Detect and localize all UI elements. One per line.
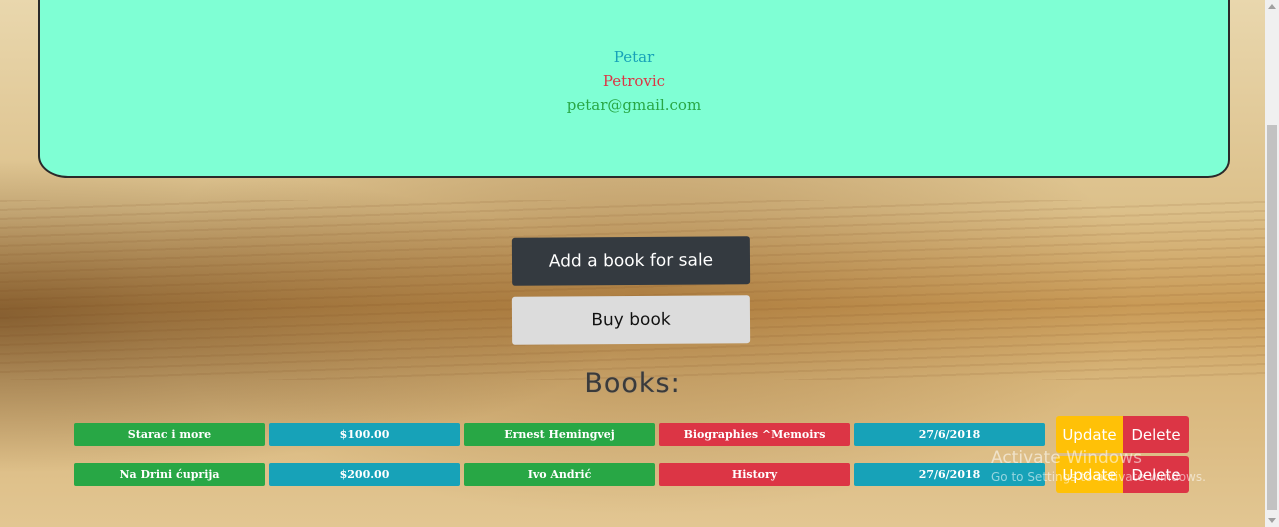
book-title: Na Drini ćuprija <box>74 463 265 486</box>
book-price: $100.00 <box>269 423 460 446</box>
profile-card: Petar Petrovic petar@gmail.com <box>38 0 1230 178</box>
wood-texture <box>0 200 1265 380</box>
book-price: $200.00 <box>269 463 460 486</box>
scroll-down-icon[interactable] <box>1268 518 1276 523</box>
profile-last-name: Petrovic <box>602 72 666 90</box>
scroll-up-icon[interactable] <box>1268 4 1276 9</box>
book-date: 27/6/2018 <box>854 463 1045 486</box>
update-button[interactable]: Update <box>1056 456 1123 493</box>
delete-button[interactable]: Delete <box>1123 416 1189 453</box>
scroll-thumb[interactable] <box>1267 125 1277 510</box>
vertical-scrollbar[interactable] <box>1265 0 1279 527</box>
profile-first-name: Petar <box>613 48 655 66</box>
book-author: Ernest Hemingvej <box>464 423 655 446</box>
book-category: Biographies ^Memoirs <box>659 423 850 446</box>
book-date: 27/6/2018 <box>854 423 1045 446</box>
book-category: History <box>659 463 850 486</box>
book-title: Starac i more <box>74 423 265 446</box>
add-book-button[interactable]: Add a book for sale <box>511 236 751 286</box>
books-heading: Books: <box>584 368 681 399</box>
delete-button[interactable]: Delete <box>1123 456 1189 493</box>
profile-email: petar@gmail.com <box>566 96 702 114</box>
book-author: Ivo Andrić <box>464 463 655 486</box>
buy-book-button[interactable]: Buy book <box>511 295 751 345</box>
update-button[interactable]: Update <box>1056 416 1123 453</box>
